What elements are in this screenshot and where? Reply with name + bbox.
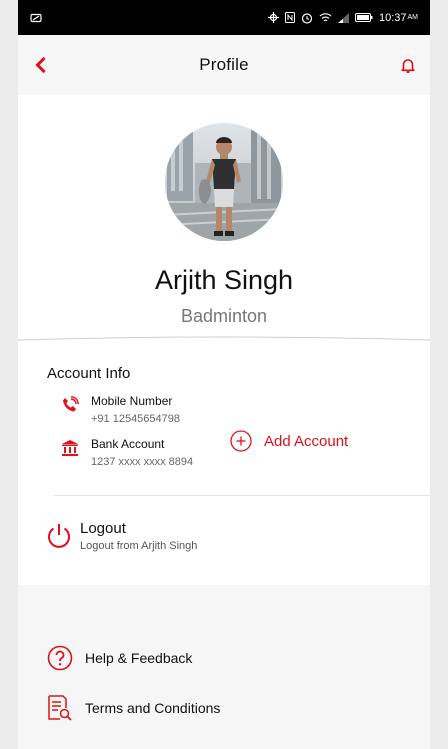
back-button[interactable] bbox=[28, 53, 52, 77]
add-account-label: Add Account bbox=[264, 432, 349, 450]
logout-subtitle: Logout from Arjith Singh bbox=[80, 540, 198, 552]
mobile-number-value: +91 12545654798 bbox=[91, 413, 181, 425]
profile-header: Arjith Singh Badminton bbox=[18, 95, 430, 345]
alarm-icon bbox=[301, 12, 313, 24]
signal-icon bbox=[337, 12, 349, 23]
mobile-number-row: Mobile Number +91 12545654798 bbox=[47, 394, 430, 425]
page-title: Profile bbox=[199, 55, 249, 74]
profile-photo bbox=[165, 123, 283, 241]
document-search-icon bbox=[48, 695, 72, 721]
nfc-icon bbox=[284, 12, 295, 23]
logout-title: Logout bbox=[80, 520, 126, 537]
terms-conditions-item[interactable]: Terms and Conditions bbox=[47, 694, 220, 722]
status-ampm: AM bbox=[407, 14, 419, 21]
help-feedback-item[interactable]: Help & Feedback bbox=[47, 645, 192, 671]
notifications-button[interactable] bbox=[396, 53, 420, 77]
phone-screen: 10:37 AM Profile Arjith Singh Badminton … bbox=[18, 0, 430, 749]
profile-name: Arjith Singh bbox=[154, 265, 294, 295]
location-icon bbox=[267, 12, 279, 23]
terms-conditions-label: Terms and Conditions bbox=[85, 700, 221, 716]
mobile-number-label: Mobile Number bbox=[91, 394, 173, 408]
account-info-section: Account Info Mobile Number +91 125456547… bbox=[18, 345, 430, 585]
logout-button[interactable]: Logout Logout from Arjith Singh bbox=[46, 520, 197, 552]
help-feedback-label: Help & Feedback bbox=[85, 650, 193, 666]
wifi-icon bbox=[319, 13, 332, 22]
status-bar: 10:37 AM bbox=[18, 0, 430, 35]
bell-icon bbox=[401, 59, 415, 73]
profile-sport: Badminton bbox=[180, 306, 268, 326]
add-account-button[interactable]: Add Account bbox=[230, 430, 348, 452]
battery-icon bbox=[354, 13, 373, 22]
chevron-left-icon bbox=[35, 57, 46, 73]
add-circle-icon bbox=[230, 430, 252, 452]
phone-icon bbox=[63, 396, 79, 412]
bottom-menu: Help & Feedback Terms and Conditions bbox=[18, 585, 430, 749]
bank-account-value: 1237 xxxx xxxx 8894 bbox=[91, 456, 194, 468]
bank-icon bbox=[62, 440, 78, 456]
help-icon bbox=[47, 645, 73, 671]
status-time: 10:37 bbox=[378, 11, 407, 24]
power-icon bbox=[48, 524, 70, 548]
bank-account-label: Bank Account bbox=[91, 437, 165, 451]
avatar[interactable] bbox=[165, 123, 283, 241]
account-info-title: Account Info bbox=[47, 365, 131, 382]
screen-capture-icon bbox=[30, 13, 42, 22]
section-divider bbox=[54, 495, 430, 496]
app-bar: Profile bbox=[18, 35, 430, 95]
